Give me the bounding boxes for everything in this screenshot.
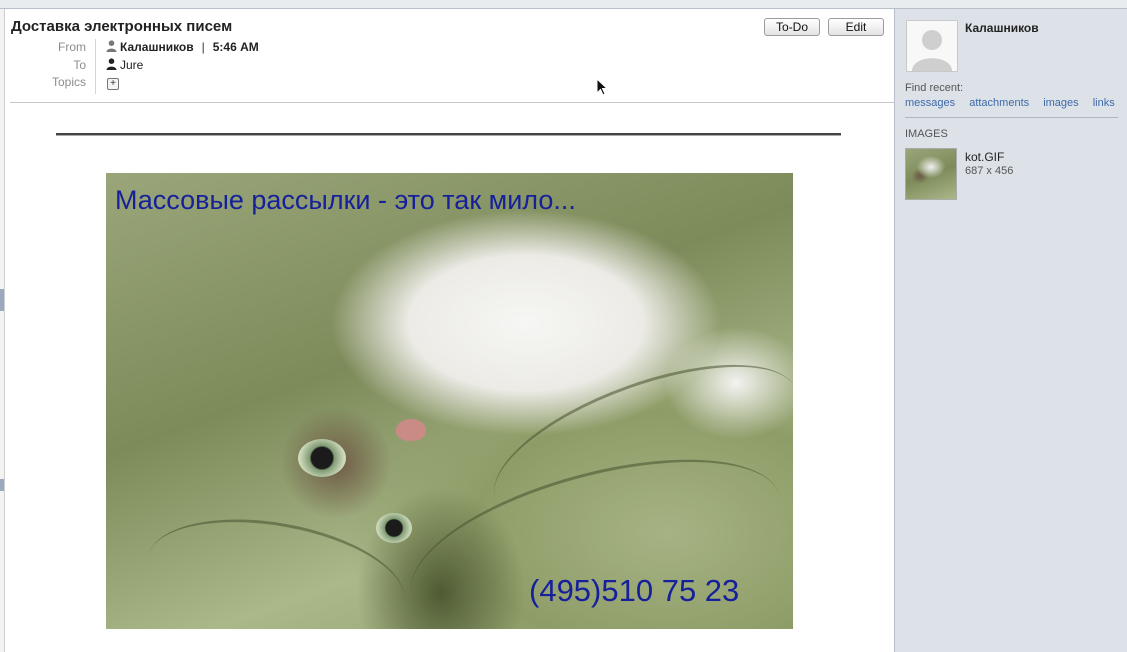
- left-pane-marker: [0, 479, 4, 491]
- person-icon: [106, 58, 117, 70]
- header-label-separator: [95, 39, 96, 94]
- find-recent-label: Find recent:: [905, 82, 964, 94]
- to-recipient-name[interactable]: Jure: [120, 58, 143, 72]
- add-topic-icon[interactable]: +: [107, 78, 119, 90]
- kitten-eye: [298, 439, 346, 477]
- todo-button[interactable]: To-Do: [764, 18, 820, 36]
- sidebar-contact-name: Калашников: [965, 21, 1039, 35]
- to-label: To: [73, 58, 86, 72]
- header-divider: [10, 102, 894, 103]
- from-sender-name[interactable]: Калашников: [120, 40, 194, 54]
- kitten-nose: [396, 419, 426, 441]
- message-subject: Доставка электронных писем: [11, 18, 233, 35]
- window-top-strip: [0, 0, 1127, 9]
- fabric-fold: [138, 501, 414, 629]
- from-label: From: [58, 40, 86, 54]
- body-horizontal-rule: [56, 133, 841, 136]
- images-section-heading: IMAGES: [905, 128, 948, 140]
- mouse-pointer-icon: [596, 78, 608, 96]
- from-row: Калашников | 5:46 AM: [106, 40, 259, 54]
- message-view: Доставка электронных писем To-Do Edit Fr…: [5, 9, 894, 652]
- sidebar-divider: [905, 117, 1118, 118]
- find-links-link[interactable]: links: [1093, 97, 1115, 109]
- attachment-dimensions: 687 x 456: [965, 165, 1014, 177]
- find-recent-links: messages attachments images links: [905, 97, 1115, 109]
- image-caption-phone: (495)510 75 23: [529, 573, 740, 608]
- edit-button[interactable]: Edit: [828, 18, 884, 36]
- to-row: Jure: [106, 58, 143, 72]
- avatar-placeholder-icon: [907, 21, 957, 71]
- find-messages-link[interactable]: messages: [905, 97, 955, 109]
- kitten-image: Массовые рассылки - это так мило... (495…: [106, 173, 793, 629]
- image-caption-top: Массовые рассылки - это так мило...: [115, 185, 576, 215]
- attachment-thumbnail[interactable]: [905, 148, 957, 200]
- attachment-file-name[interactable]: kot.GIF: [965, 150, 1004, 164]
- message-time: 5:46 AM: [212, 40, 259, 54]
- kitten-eye: [376, 513, 412, 543]
- topics-label: Topics: [51, 75, 86, 89]
- contact-sidebar: Калашников Find recent: messages attachm…: [894, 9, 1127, 652]
- person-icon: [106, 40, 117, 52]
- find-attachments-link[interactable]: attachments: [969, 97, 1029, 109]
- find-images-link[interactable]: images: [1043, 97, 1078, 109]
- avatar: [906, 20, 958, 72]
- from-separator: |: [201, 40, 205, 54]
- left-pane-marker: [0, 289, 4, 311]
